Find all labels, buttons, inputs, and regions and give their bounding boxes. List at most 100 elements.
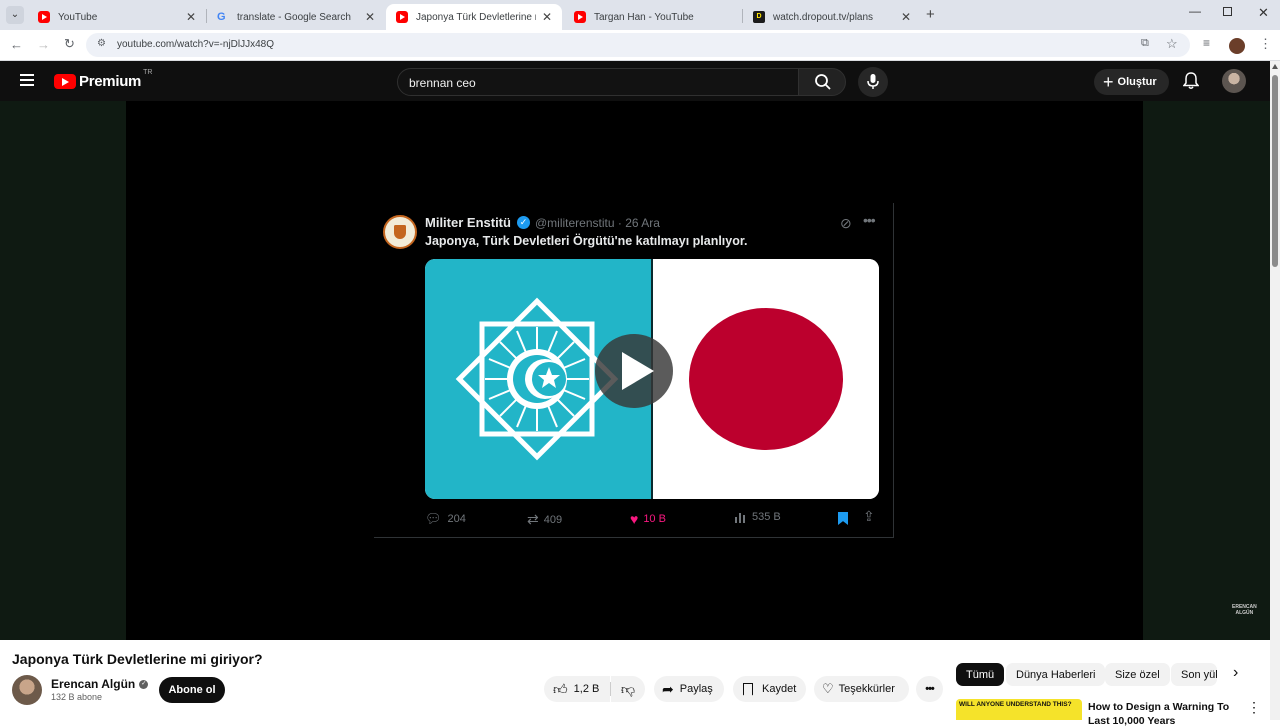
youtube-icon [396,11,408,23]
address-bar[interactable]: ⚙ youtube.com/watch?v=-njDlJJx48Q ⧉ ☆ [86,33,1190,57]
create-button[interactable]: + Oluştur [1094,69,1169,95]
chip-recent-uploads[interactable]: Son yük [1171,663,1217,686]
close-icon[interactable]: ✕ [186,10,196,24]
youtube-logo[interactable]: Premium TR [54,69,152,90]
account-avatar[interactable] [1222,69,1246,93]
channel-avatar[interactable] [12,675,42,705]
logo-region: TR [143,69,153,76]
tweet-card: Militer Enstitü ✓ @militerenstitu · 26 A… [374,203,894,538]
close-icon[interactable]: ✕ [901,10,911,24]
media-control-icon[interactable]: ≡ [1203,36,1210,50]
scroll-up-icon[interactable] [1272,64,1278,69]
tweet-replies: 💬︎ 204 [425,511,466,526]
channel-name-row[interactable]: Erencan Algün ✓ [51,677,149,691]
heart-icon: ♥ [630,511,639,527]
profile-avatar[interactable] [1229,38,1245,54]
subscribe-button[interactable]: Abone ol [159,677,225,703]
search-icon [815,74,831,90]
chips-next-icon[interactable]: › [1233,664,1238,682]
subscriber-count: 132 B abone [51,692,103,702]
tweet-retweets: ⇄ 409 [527,511,563,527]
channel-watermark: ERENCAN ALGÜN [1232,604,1257,616]
close-icon[interactable]: ✕ [365,10,375,24]
new-tab-button[interactable]: + [926,6,935,23]
more-actions-button[interactable]: ••• [916,676,943,702]
tweet-views: 535 B [734,511,781,523]
chip-world-news[interactable]: Dünya Haberleri [1006,663,1106,686]
recommendation-thumbnail[interactable]: WILL ANYONE UNDERSTAND THIS? [956,699,1082,720]
back-icon[interactable]: ← [10,37,23,52]
dislike-button[interactable]: 👎︎ [611,676,645,702]
dropout-icon: D [753,11,765,23]
recommendation-title[interactable]: How to Design a Warning To Last 10,000 Y… [1088,700,1236,728]
video-frame[interactable]: Militer Enstitü ✓ @militerenstitu · 26 A… [126,101,1257,640]
play-icon [622,352,654,390]
recommendation-menu-icon[interactable]: ⋮ [1247,699,1261,716]
scrollbar-thumb[interactable] [1272,75,1278,267]
video-title: Japonya Türk Devletlerine mi giriyor? [12,651,263,667]
minimize-button[interactable]: — [1189,4,1201,18]
microphone-icon [867,74,879,89]
youtube-icon [574,11,586,23]
share-button[interactable]: ➦ Paylaş [654,676,724,702]
bookmark-icon [838,512,848,525]
save-bookmark-icon [743,682,753,696]
japan-flag [653,259,879,499]
chrome-menu-icon[interactable]: ⋮ [1259,36,1272,52]
video-play-button[interactable] [595,334,673,408]
tab-google-search[interactable]: G translate - Google Search ✕ [207,4,385,30]
chip-for-you[interactable]: Size özel [1105,663,1170,686]
video-player[interactable]: Militer Enstitü ✓ @militerenstitu · 26 A… [0,101,1270,640]
plus-icon: + [1103,72,1114,92]
restore-button[interactable] [1223,7,1232,16]
notifications-bell-icon[interactable] [1183,72,1199,90]
thumbs-up-icon: 👍︎ [553,680,568,697]
browser-toolbar: ← → ↻ ⚙ youtube.com/watch?v=-njDlJJx48Q … [0,30,1280,61]
retweet-icon: ⇄ [527,511,539,527]
more-icon: ••• [863,212,876,228]
url-text: youtube.com/watch?v=-njDlJJx48Q [117,39,275,50]
tweet-text: Japonya, Türk Devletleri Örgütü'ne katıl… [425,234,748,248]
voice-search-button[interactable] [858,67,888,97]
forward-icon[interactable]: → [37,37,50,52]
more-horizontal-icon: ••• [925,683,935,695]
thanks-button[interactable]: ♡ Teşekkürler [814,676,909,702]
search-button[interactable] [798,68,846,96]
channel-name[interactable]: Erencan Algün [51,677,135,691]
thanks-heart-icon: ♡ [822,681,834,696]
tab-youtube[interactable]: YouTube ✕ [28,4,206,30]
verified-icon: ✓ [139,679,149,689]
google-icon: G [217,11,226,23]
site-info-icon[interactable]: ⚙ [97,38,106,49]
views-icon [735,513,745,523]
video-details: Japonya Türk Devletlerine mi giriyor? Er… [0,640,1270,727]
tweet-avatar [383,215,417,249]
youtube-play-icon [54,74,76,89]
tab-current-video[interactable]: Japonya Türk Devletlerine mi gi ✕ [386,4,562,30]
verified-badge-icon: ✓ [517,216,530,229]
close-icon[interactable]: ✕ [542,10,552,24]
search-input[interactable]: brennan ceo [409,76,476,90]
tab-search-button[interactable]: ⌄ [6,6,24,24]
logo-text: Premium [79,73,142,90]
reply-icon: 💬︎ [425,511,442,526]
japan-sun-disc [689,308,843,450]
search-box[interactable]: brennan ceo [397,68,799,96]
like-button[interactable]: 👍︎ 1,2 B [544,676,610,702]
window-close-button[interactable]: ✕ [1258,5,1269,21]
save-button[interactable]: Kaydet [733,676,806,702]
guide-menu-icon[interactable] [20,74,34,86]
page-scrollbar[interactable] [1270,61,1280,720]
tweet-handle: @militerenstitu · 26 Ara [535,216,660,230]
chip-all[interactable]: Tümü [956,663,1005,686]
cast-icon[interactable]: ⧉ [1141,37,1149,50]
reload-icon[interactable]: ↻ [64,36,75,52]
bookmark-star-icon[interactable]: ☆ [1166,36,1178,52]
tab-targan-han[interactable]: Targan Han - YouTube ✕ [564,4,742,30]
tab-dropout[interactable]: D watch.dropout.tv/plans ✕ [743,4,921,30]
tab-strip: ⌄ YouTube ✕ G translate - Google Search … [0,0,1280,30]
tweet-author: Militer Enstitü [425,215,511,230]
youtube-masthead: Premium TR brennan ceo + Oluştur [0,61,1270,101]
thumbnail-text: WILL ANYONE UNDERSTAND THIS? [959,701,1072,708]
share-arrow-icon: ➦ [662,680,674,697]
